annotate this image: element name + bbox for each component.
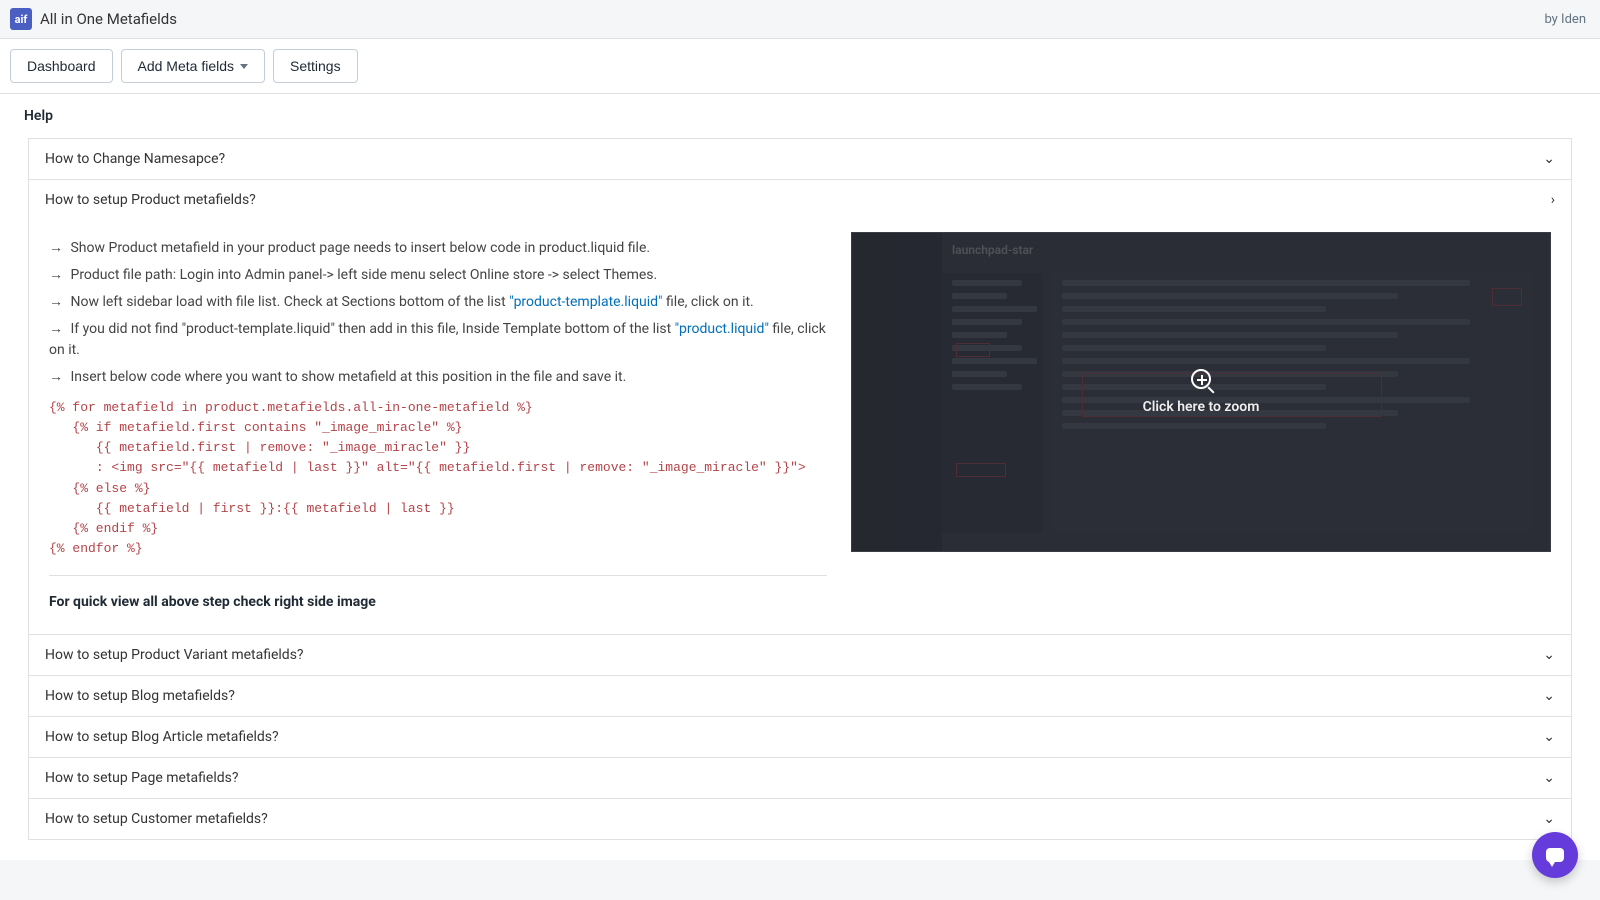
accordion-header[interactable]: How to Change Namesapce? ⌄ (29, 139, 1571, 179)
arrow-icon: → (49, 369, 63, 385)
zoom-label: Click here to zoom (1143, 399, 1260, 415)
accordion-header[interactable]: How to setup Customer metafields? ⌄ (29, 799, 1571, 839)
accordion-header[interactable]: How to setup Blog metafields? ⌄ (29, 676, 1571, 716)
accordion-item-page: How to setup Page metafields? ⌄ (28, 758, 1572, 799)
accordion-body: → Show Product metafield in your product… (29, 220, 1571, 634)
accordion-item-blog: How to setup Blog metafields? ⌄ (28, 676, 1572, 717)
step-text-pre: Now left sidebar load with file list. Ch… (70, 294, 509, 310)
settings-button[interactable]: Settings (273, 49, 358, 83)
step: → Insert below code where you want to sh… (49, 367, 827, 388)
chat-icon (1546, 848, 1564, 862)
accordion-list: How to Change Namesapce? ⌄ How to setup … (0, 138, 1600, 860)
mock-theme-title: launchpad-star (952, 243, 1033, 257)
file-link[interactable]: "product.liquid" (675, 321, 769, 337)
accordion-header[interactable]: How to setup Blog Article metafields? ⌄ (29, 717, 1571, 757)
accordion-item-blog-article: How to setup Blog Article metafields? ⌄ (28, 717, 1572, 758)
accordion-item-customer: How to setup Customer metafields? ⌄ (28, 799, 1572, 840)
chevron-down-icon: ⌄ (1543, 729, 1555, 745)
arrow-icon: → (49, 240, 63, 256)
chevron-down-icon: ⌄ (1543, 770, 1555, 786)
chevron-right-icon: › (1551, 192, 1555, 208)
file-link[interactable]: "product-template.liquid" (509, 294, 662, 310)
caret-down-icon (240, 64, 248, 69)
accordion-title: How to setup Product Variant metafields? (45, 647, 304, 663)
chevron-down-icon: ⌄ (1543, 151, 1555, 167)
step-text-post: file, click on it. (666, 294, 754, 310)
zoom-overlay: Click here to zoom (1143, 369, 1260, 415)
add-meta-fields-button[interactable]: Add Meta fields (121, 49, 266, 83)
navbar: Dashboard Add Meta fields Settings (0, 39, 1600, 94)
topbar-left: aif All in One Metafields (10, 8, 177, 30)
arrow-icon: → (49, 294, 63, 310)
step-text: Insert below code where you want to show… (70, 369, 626, 385)
topbar: aif All in One Metafields by Iden (0, 0, 1600, 39)
app-logo: aif (10, 8, 32, 30)
dashboard-button[interactable]: Dashboard (10, 49, 113, 83)
step: → If you did not find "product-template.… (49, 319, 827, 361)
code-block: {% for metafield in product.metafields.a… (49, 398, 827, 576)
accordion-title: How to setup Product metafields? (45, 192, 256, 208)
accordion-title: How to setup Blog Article metafields? (45, 729, 279, 745)
step: → Show Product metafield in your product… (49, 238, 827, 259)
by-author: by Iden (1544, 12, 1586, 27)
accordion-header[interactable]: How to setup Product metafields? › (29, 180, 1571, 220)
accordion-title: How to Change Namesapce? (45, 151, 225, 167)
accordion-title: How to setup Page metafields? (45, 770, 239, 786)
step-text-pre: If you did not find "product-template.li… (70, 321, 674, 337)
accordion-title: How to setup Customer metafields? (45, 811, 268, 827)
app-title: All in One Metafields (40, 10, 177, 28)
note: For quick view all above step check righ… (49, 594, 827, 610)
accordion-title: How to setup Blog metafields? (45, 688, 235, 704)
step-text: Show Product metafield in your product p… (70, 240, 650, 256)
content: Help How to Change Namesapce? ⌄ How to s… (0, 94, 1600, 860)
accordion-item-namespace: How to Change Namesapce? ⌄ (28, 138, 1572, 180)
step: → Now left sidebar load with file list. … (49, 292, 827, 313)
accordion-header[interactable]: How to setup Product Variant metafields?… (29, 635, 1571, 675)
zoom-in-icon (1191, 369, 1211, 389)
accordion-item-product: How to setup Product metafields? › → Sho… (28, 180, 1572, 635)
add-meta-fields-label: Add Meta fields (138, 58, 235, 74)
step: → Product file path: Login into Admin pa… (49, 265, 827, 286)
page-title: Help (0, 94, 1600, 138)
chat-bubble-button[interactable] (1532, 832, 1578, 878)
step-text: Product file path: Login into Admin pane… (70, 267, 657, 283)
arrow-icon: → (49, 267, 63, 283)
accordion-item-variant: How to setup Product Variant metafields?… (28, 635, 1572, 676)
chevron-down-icon: ⌄ (1543, 811, 1555, 827)
accordion-text: → Show Product metafield in your product… (49, 232, 827, 610)
chevron-down-icon: ⌄ (1543, 688, 1555, 704)
accordion-header[interactable]: How to setup Page metafields? ⌄ (29, 758, 1571, 798)
zoom-panel[interactable]: launchpad-star Click here to zoom (851, 232, 1551, 552)
arrow-icon: → (49, 321, 63, 337)
chevron-down-icon: ⌄ (1543, 647, 1555, 663)
